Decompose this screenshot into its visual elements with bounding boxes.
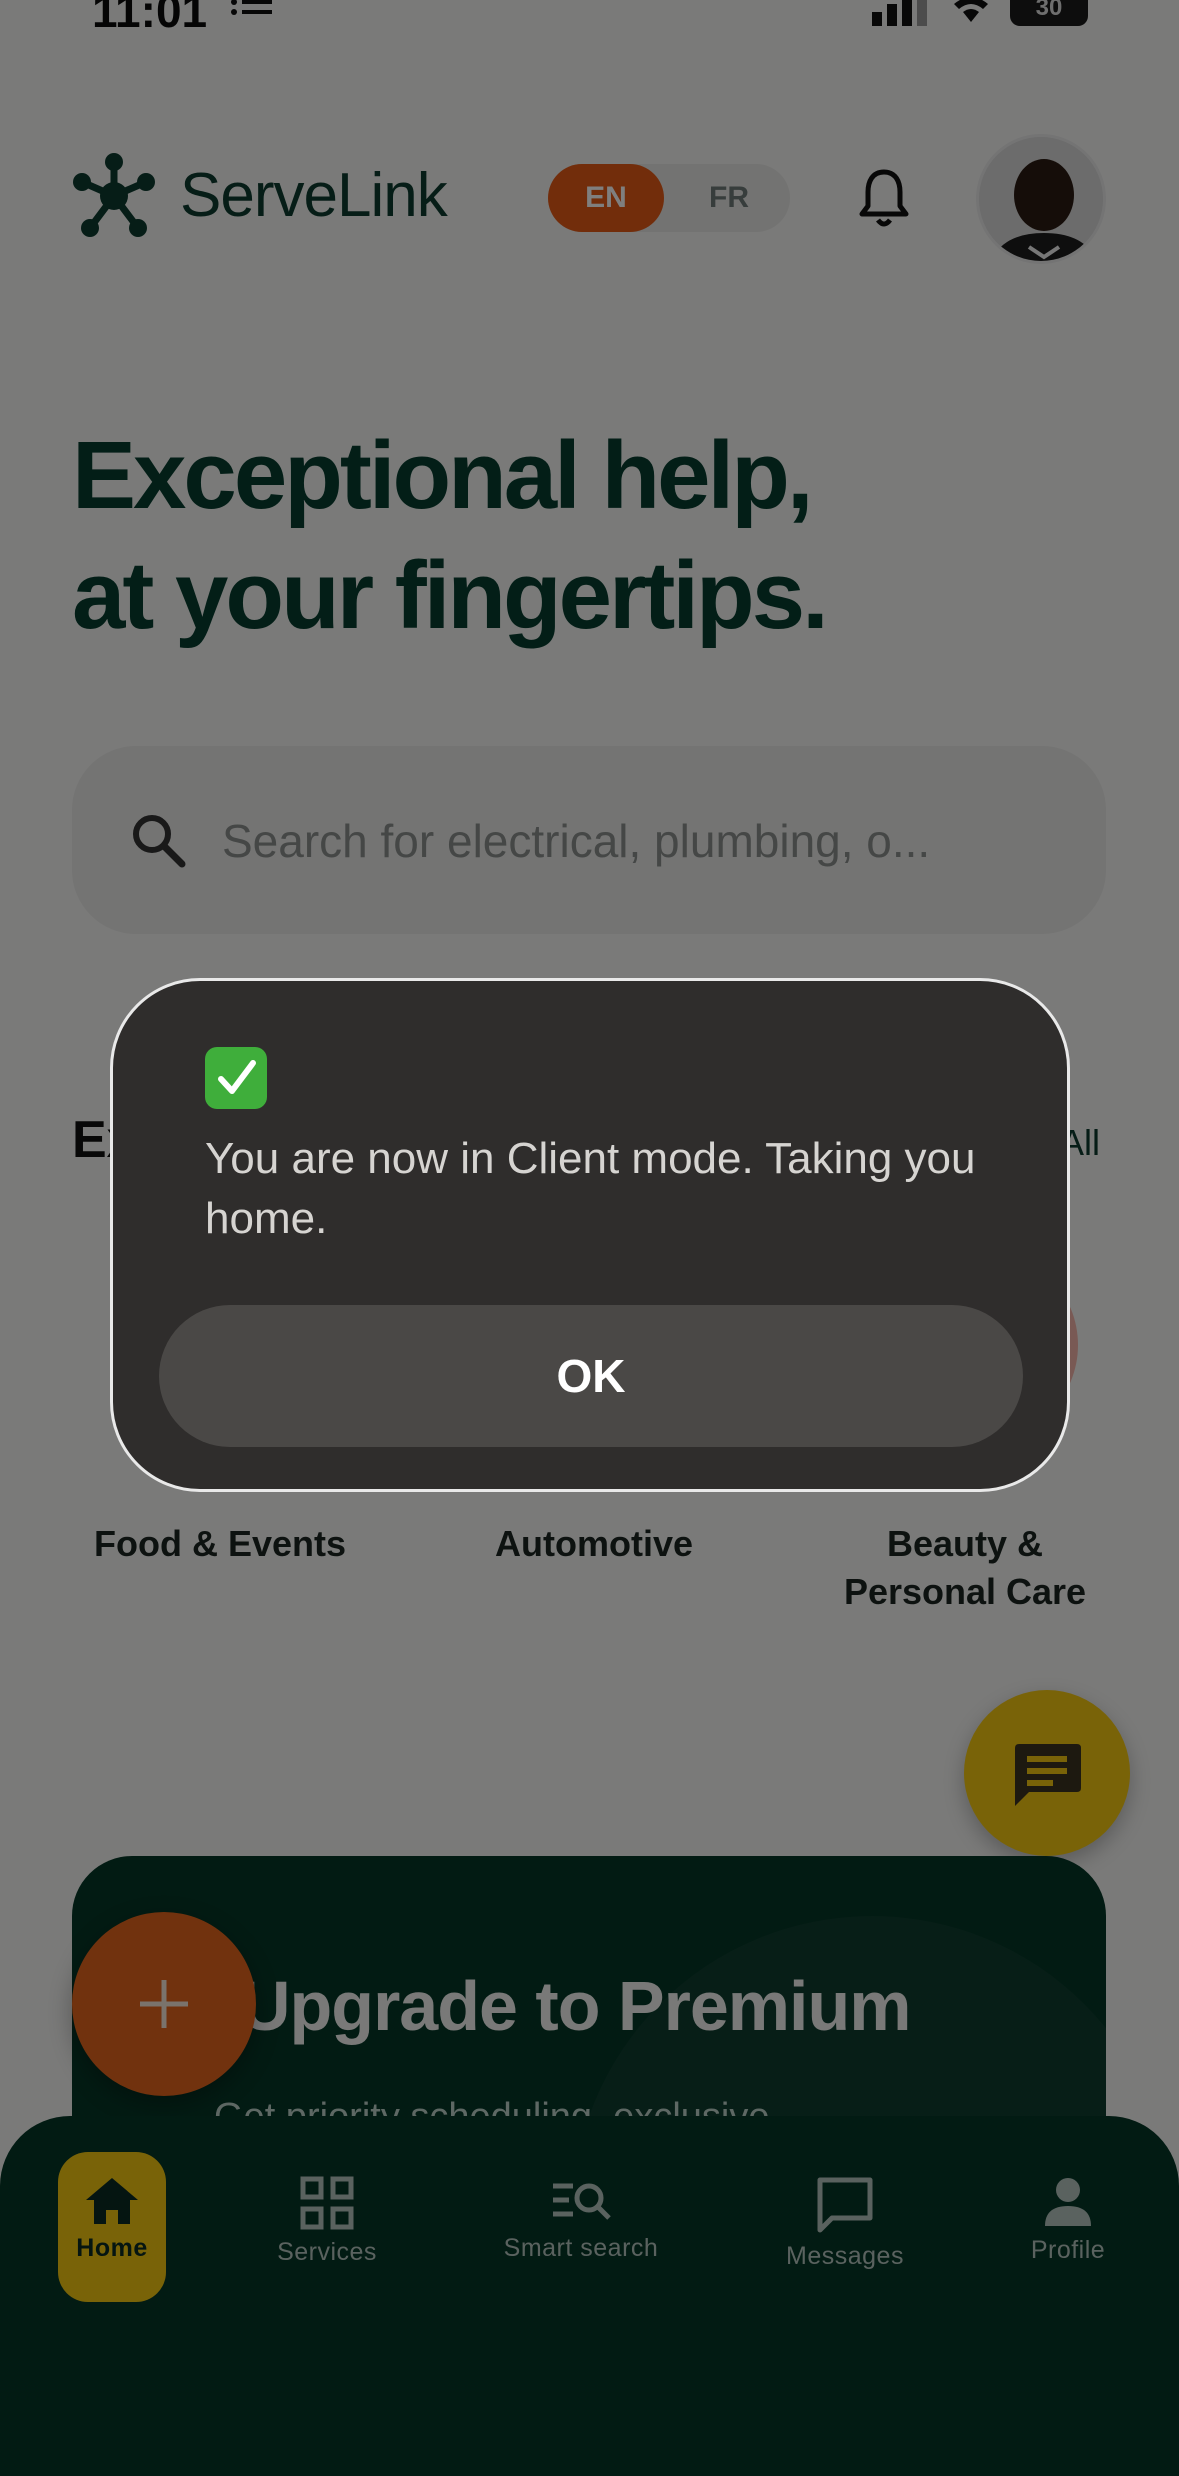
check-mark-icon (205, 1047, 267, 1109)
ok-button[interactable]: OK (159, 1305, 1023, 1447)
alert-dialog: You are now in Client mode. Taking you h… (110, 978, 1070, 1492)
dialog-message: You are now in Client mode. Taking you h… (205, 1134, 976, 1243)
